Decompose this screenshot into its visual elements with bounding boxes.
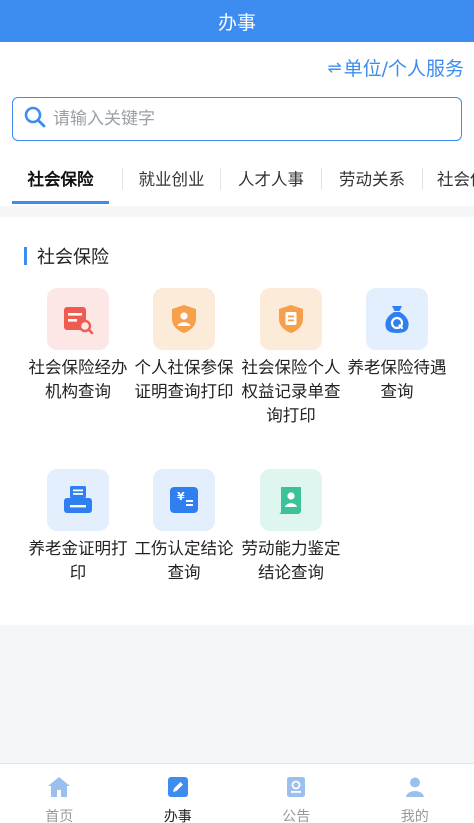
document-shield-icon (260, 288, 322, 350)
bottom-tab-bar: 首页 办事 公告 我的 (0, 763, 474, 823)
tab-social-insurance-2[interactable]: 社会保险 (423, 158, 474, 204)
printer-icon (47, 469, 109, 531)
service-item-rights-record[interactable]: 社会保险个人权益记录单查询打印 (236, 288, 346, 428)
search-icon (23, 105, 47, 133)
service-item-label: 个人社保参保证明查询打印 (134, 358, 234, 401)
notice-icon (285, 776, 307, 802)
service-item-label: 社会保险经办机构查询 (28, 358, 128, 401)
edit-icon (167, 776, 189, 802)
service-item-label: 养老保险待遇查询 (347, 358, 447, 401)
service-item-pension-certificate-print[interactable]: 养老金证明打印 (23, 469, 133, 585)
social-insurance-section: 社会保险 社会保险经办机构查询 个人社保参保证明查询打印 社会保险个人权益记录单… (0, 217, 474, 625)
tabbar-profile[interactable]: 我的 (356, 764, 474, 823)
tabbar-home[interactable]: 首页 (0, 764, 119, 823)
service-item-work-injury[interactable]: ¥ 工伤认定结论查询 (129, 469, 239, 585)
tab-talent-personnel[interactable]: 人才人事 (221, 158, 321, 204)
switch-label: 单位/个人服务 (343, 58, 464, 80)
service-item-label: 工伤认定结论查询 (134, 539, 234, 582)
person-shield-icon (153, 288, 215, 350)
service-item-label: 社会保险个人权益记录单查询打印 (241, 358, 341, 425)
tabbar-services[interactable]: 办事 (119, 764, 238, 823)
tabbar-label: 我的 (400, 809, 429, 823)
tabbar-notices[interactable]: 公告 (237, 764, 356, 823)
tab-labor-relations[interactable]: 劳动关系 (322, 158, 422, 204)
home-icon (47, 776, 71, 802)
section-title: 社会保险 (24, 243, 109, 269)
document-search-icon (47, 288, 109, 350)
tab-social-insurance[interactable]: 社会保险 (12, 158, 109, 204)
unit-personal-switch-button[interactable]: ⇌ 单位/个人服务 (327, 54, 464, 81)
service-item-label: 养老金证明打印 (28, 539, 128, 582)
tab-employment[interactable]: 就业创业 (123, 158, 220, 204)
service-item-insurance-certificate[interactable]: 个人社保参保证明查询打印 (129, 288, 239, 404)
app-header: 办事 (0, 0, 474, 42)
tabbar-label: 办事 (163, 809, 192, 823)
tabbar-label: 公告 (282, 809, 311, 823)
page-title: 办事 (217, 11, 256, 34)
svg-text:¥: ¥ (177, 490, 185, 503)
search-input[interactable] (53, 109, 433, 129)
yuan-card-icon: ¥ (153, 469, 215, 531)
service-item-work-ability[interactable]: 劳动能力鉴定结论查询 (236, 469, 346, 585)
money-bag-icon (366, 288, 428, 350)
title-accent-bar (24, 247, 27, 265)
service-item-label: 劳动能力鉴定结论查询 (241, 539, 341, 582)
category-tabs: 社会保险 就业创业 人才人事 劳动关系 社会保险 (0, 158, 474, 204)
certificate-icon (260, 469, 322, 531)
service-item-pension-benefits[interactable]: 养老保险待遇查询 (342, 288, 452, 404)
service-item-agency-query[interactable]: 社会保险经办机构查询 (23, 288, 133, 404)
tabbar-label: 首页 (45, 809, 74, 823)
user-icon (404, 776, 426, 802)
swap-arrows-icon: ⇌ (327, 57, 342, 78)
search-box[interactable] (12, 97, 462, 141)
